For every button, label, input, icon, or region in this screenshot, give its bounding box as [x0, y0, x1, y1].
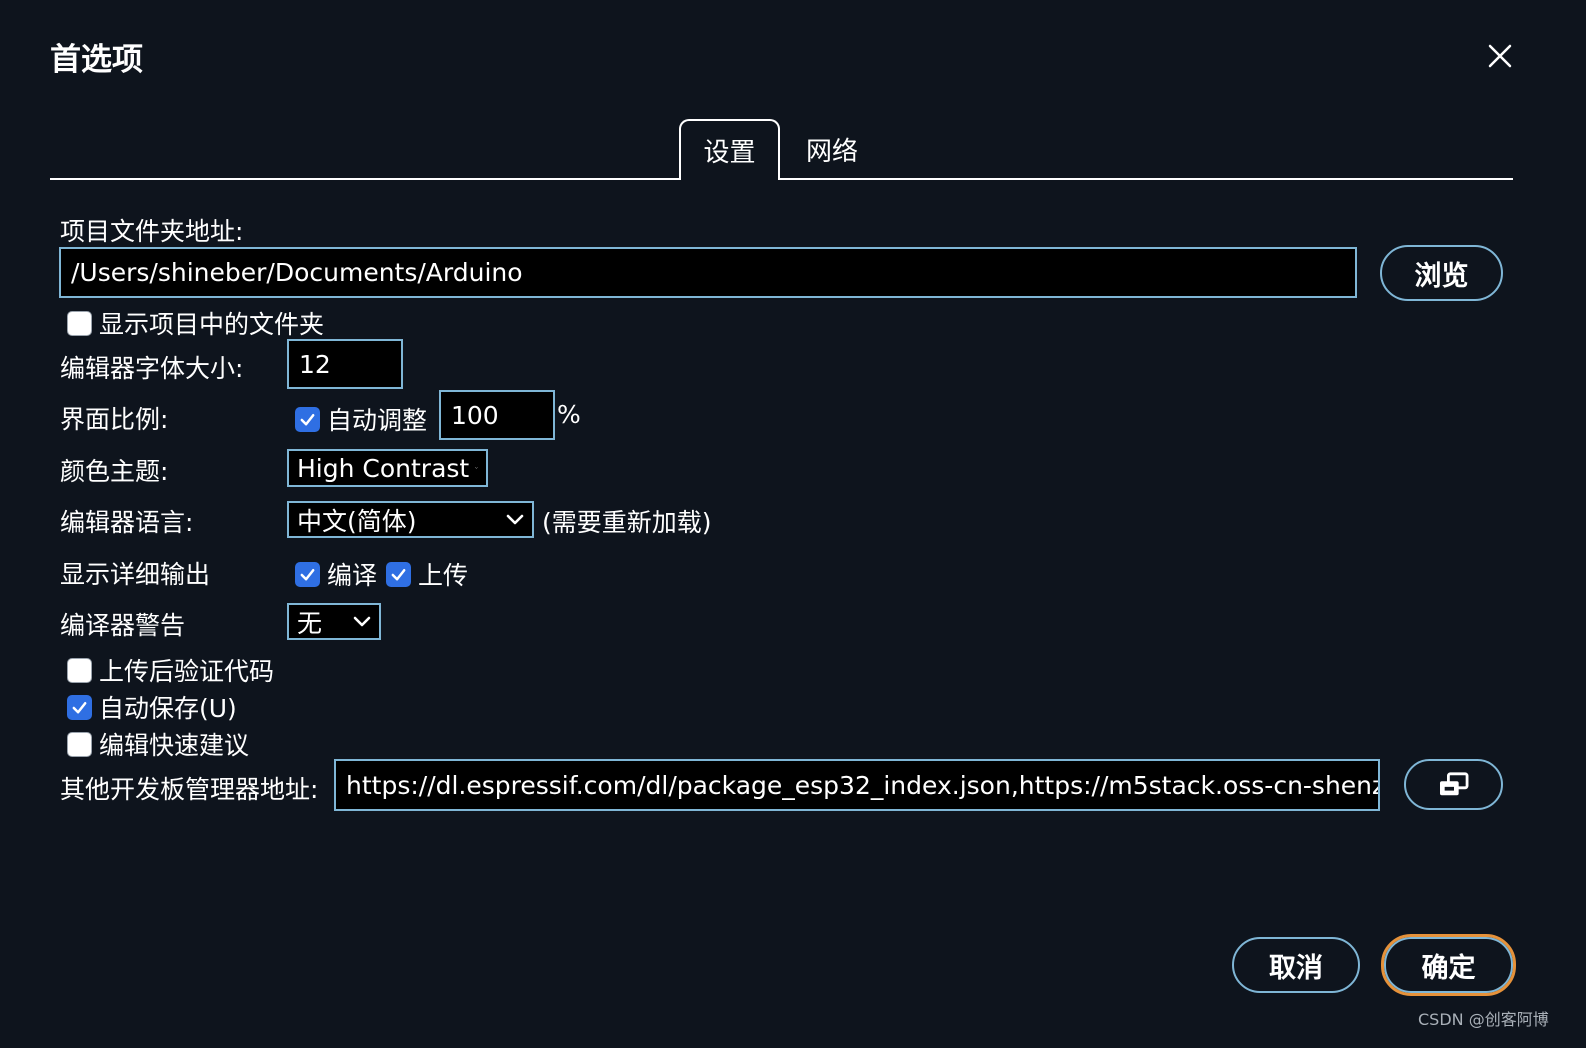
verbose-upload-checkbox[interactable] [386, 561, 411, 587]
board-urls-label: 其他开发板管理器地址: [60, 775, 319, 804]
verbose-upload-label: 上传 [418, 561, 469, 590]
browse-button[interactable]: 浏览 [1380, 245, 1503, 301]
verbose-label: 显示详细输出 [60, 560, 211, 589]
show-files-label: 显示项目中的文件夹 [99, 310, 325, 339]
warnings-value: 无 [297, 608, 323, 638]
auto-scale-checkbox[interactable] [295, 406, 320, 432]
open-urls-editor-button[interactable] [1404, 759, 1503, 810]
checkmark-icon [72, 701, 87, 713]
checkmark-icon [300, 413, 315, 425]
language-reload-note: (需要重新加载) [542, 508, 712, 537]
chevron-down-icon [353, 616, 371, 626]
verbose-upload-option[interactable]: 上传 [386, 556, 468, 592]
verify-upload-option[interactable]: 上传后验证代码 [67, 652, 274, 688]
theme-select[interactable]: High Contrast [287, 449, 488, 487]
autosave-label: 自动保存(U) [99, 694, 237, 723]
chevron-down-icon [506, 514, 524, 524]
board-urls-input[interactable]: https://dl.espressif.com/dl/package_esp3… [334, 759, 1380, 811]
quick-suggest-option[interactable]: 编辑快速建议 [67, 726, 249, 762]
sketchbook-path-value: /Users/shineber/Documents/Arduino [71, 258, 523, 287]
sketchbook-path-input[interactable]: /Users/shineber/Documents/Arduino [59, 247, 1357, 298]
close-icon[interactable] [1484, 40, 1516, 72]
theme-label: 颜色主题: [60, 457, 169, 486]
checkmark-icon [300, 568, 315, 580]
scale-label: 界面比例: [60, 405, 169, 434]
show-files-checkbox[interactable] [67, 310, 92, 336]
quick-suggest-label: 编辑快速建议 [99, 731, 250, 760]
scale-input[interactable]: 100 [439, 390, 555, 440]
autosave-option[interactable]: 自动保存(U) [67, 689, 237, 725]
font-size-input[interactable]: 12 [287, 339, 403, 389]
board-urls-value: https://dl.espressif.com/dl/package_esp3… [346, 770, 1378, 800]
verify-upload-label: 上传后验证代码 [99, 657, 275, 686]
cancel-button[interactable]: 取消 [1232, 937, 1360, 993]
window-restore-icon [1439, 771, 1468, 795]
sketchbook-label: 项目文件夹地址: [60, 217, 244, 246]
quick-suggest-checkbox[interactable] [67, 731, 92, 757]
scale-value: 100 [451, 400, 499, 430]
chevron-down-icon [475, 467, 478, 469]
ok-button[interactable]: 确定 [1381, 934, 1516, 996]
warnings-select[interactable]: 无 [287, 603, 381, 640]
tab-settings[interactable]: 设置 [679, 119, 780, 180]
language-label: 编辑器语言: [60, 508, 194, 537]
autosave-checkbox[interactable] [67, 694, 92, 720]
show-files-option[interactable]: 显示项目中的文件夹 [67, 305, 324, 341]
font-size-value: 12 [299, 349, 331, 379]
scale-unit: % [557, 400, 581, 429]
watermark: CSDN @创客阿博 [1418, 1010, 1549, 1029]
language-value: 中文(简体) [297, 506, 417, 536]
warnings-label: 编译器警告 [60, 611, 186, 640]
tab-divider [50, 178, 680, 180]
checkmark-icon [391, 568, 406, 580]
verify-upload-checkbox[interactable] [67, 657, 92, 683]
auto-scale-label: 自动调整 [327, 406, 428, 435]
tab-network[interactable]: 网络 [790, 119, 874, 180]
font-size-label: 编辑器字体大小: [60, 354, 244, 383]
auto-scale-option[interactable]: 自动调整 [295, 401, 427, 437]
tab-divider [780, 178, 1513, 180]
dialog-title: 首选项 [50, 42, 143, 78]
language-select[interactable]: 中文(简体) [287, 501, 534, 538]
verbose-compile-option[interactable]: 编译 [295, 556, 377, 592]
theme-value: High Contrast [297, 453, 470, 483]
verbose-compile-checkbox[interactable] [295, 561, 320, 587]
verbose-compile-label: 编译 [327, 561, 378, 590]
